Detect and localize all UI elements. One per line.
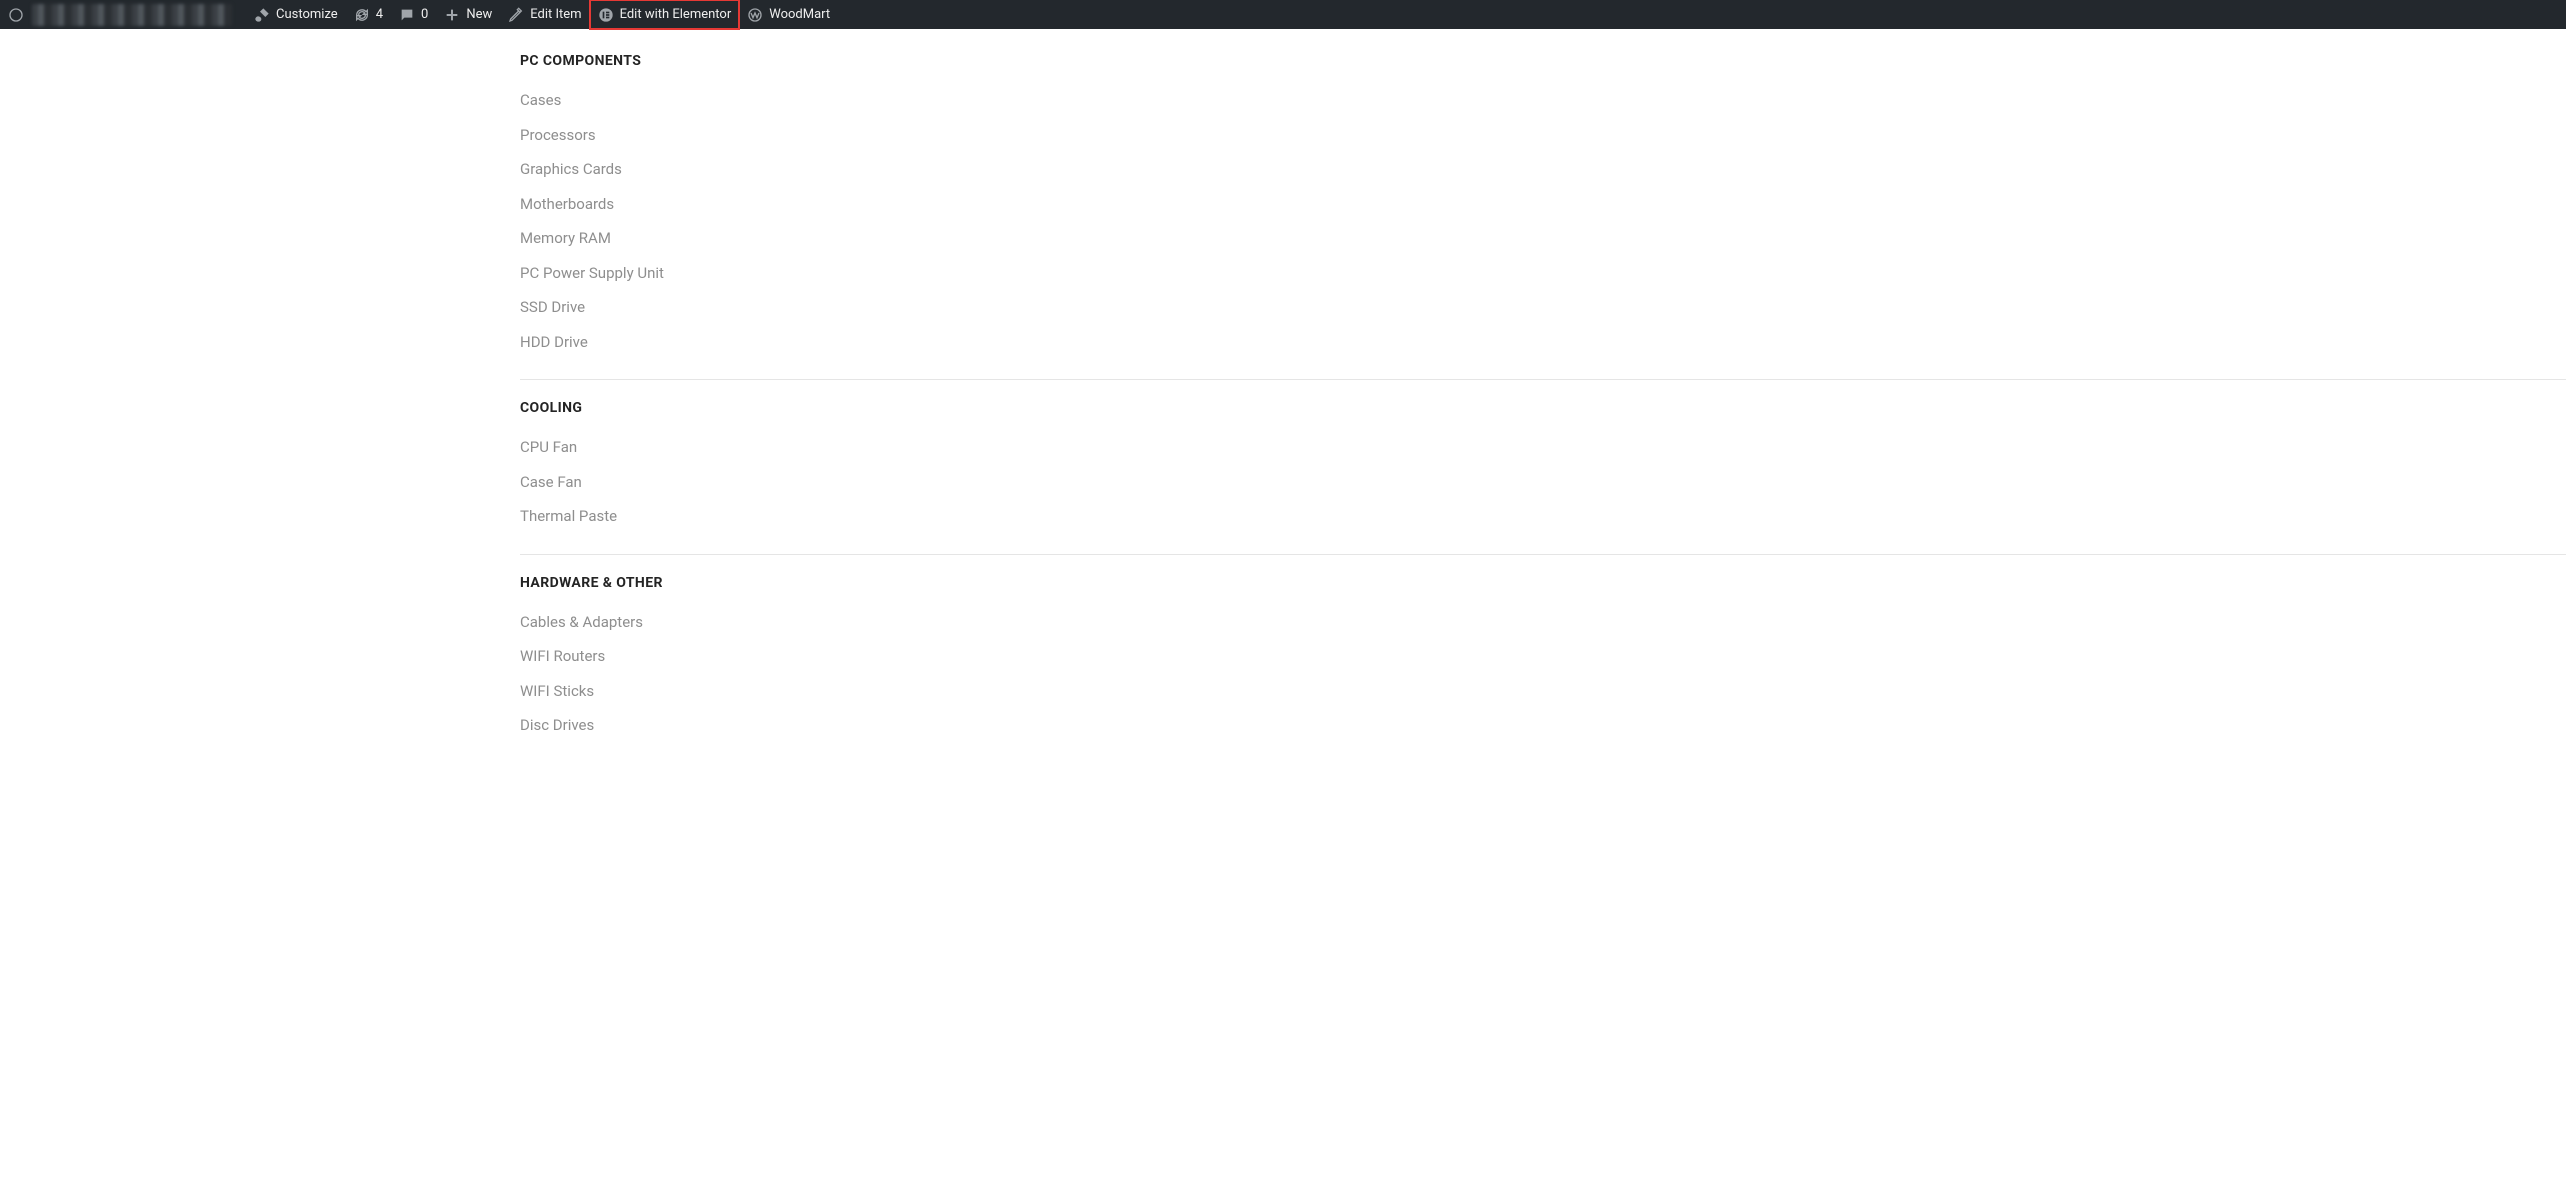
list-item[interactable]: Case Fan [520, 465, 2566, 500]
brush-icon [254, 7, 270, 23]
list-item[interactable]: HDD Drive [520, 325, 2566, 360]
page-content: PC COMPONENTS CasesProcessorsGraphics Car… [0, 29, 2566, 801]
update-icon [354, 7, 370, 23]
pencil-icon [508, 7, 524, 23]
comment-icon [399, 7, 415, 23]
woodmart-icon [747, 7, 763, 23]
elementor-icon [598, 7, 614, 23]
list-item[interactable]: Processors [520, 118, 2566, 153]
wp-admin-bar: Customize 4 0 New Edit Item Edit with El… [0, 0, 2566, 29]
site-name-blur [32, 4, 232, 26]
updates-count: 4 [376, 0, 383, 29]
menu-list: CasesProcessorsGraphics CardsMotherboard… [520, 83, 2566, 359]
menu-section: PC COMPONENTS CasesProcessorsGraphics Car… [520, 43, 2566, 377]
list-item[interactable]: PC Power Supply Unit [520, 256, 2566, 291]
section-title: HARDWARE & OTHER [520, 575, 2566, 591]
plus-icon [444, 7, 460, 23]
new-item[interactable]: New [436, 0, 500, 29]
woodmart-item[interactable]: WoodMart [739, 0, 838, 29]
updates-item[interactable]: 4 [346, 0, 391, 29]
list-item[interactable]: Thermal Paste [520, 499, 2566, 534]
list-item[interactable]: Disc Drives [520, 708, 2566, 743]
wp-icon [8, 7, 24, 23]
edit-item[interactable]: Edit Item [500, 0, 589, 29]
customize-item[interactable]: Customize [246, 0, 346, 29]
woodmart-label: WoodMart [769, 0, 830, 29]
list-item[interactable]: WIFI Routers [520, 639, 2566, 674]
list-item[interactable]: WIFI Sticks [520, 674, 2566, 709]
new-label: New [466, 0, 492, 29]
elementor-label: Edit with Elementor [620, 0, 732, 29]
customize-label: Customize [276, 0, 338, 29]
site-name-item[interactable] [6, 0, 246, 29]
comments-count: 0 [421, 0, 428, 29]
edit-item-label: Edit Item [530, 0, 581, 29]
list-item[interactable]: SSD Drive [520, 290, 2566, 325]
section-title: COOLING [520, 400, 2566, 416]
list-item[interactable]: Motherboards [520, 187, 2566, 222]
section-title: PC COMPONENTS [520, 53, 2566, 69]
list-item[interactable]: CPU Fan [520, 430, 2566, 465]
edit-with-elementor[interactable]: Edit with Elementor [590, 0, 740, 29]
menu-section: COOLING CPU FanCase FanThermal Paste [520, 379, 2566, 552]
menu-list: CPU FanCase FanThermal Paste [520, 430, 2566, 534]
menu-list: Cables & AdaptersWIFI RoutersWIFI Sticks… [520, 605, 2566, 743]
menu-section: HARDWARE & OTHER Cables & AdaptersWIFI Ro… [520, 554, 2566, 761]
list-item[interactable]: Graphics Cards [520, 152, 2566, 187]
comments-item[interactable]: 0 [391, 0, 436, 29]
list-item[interactable]: Cases [520, 83, 2566, 118]
list-item[interactable]: Cables & Adapters [520, 605, 2566, 640]
list-item[interactable]: Memory RAM [520, 221, 2566, 256]
